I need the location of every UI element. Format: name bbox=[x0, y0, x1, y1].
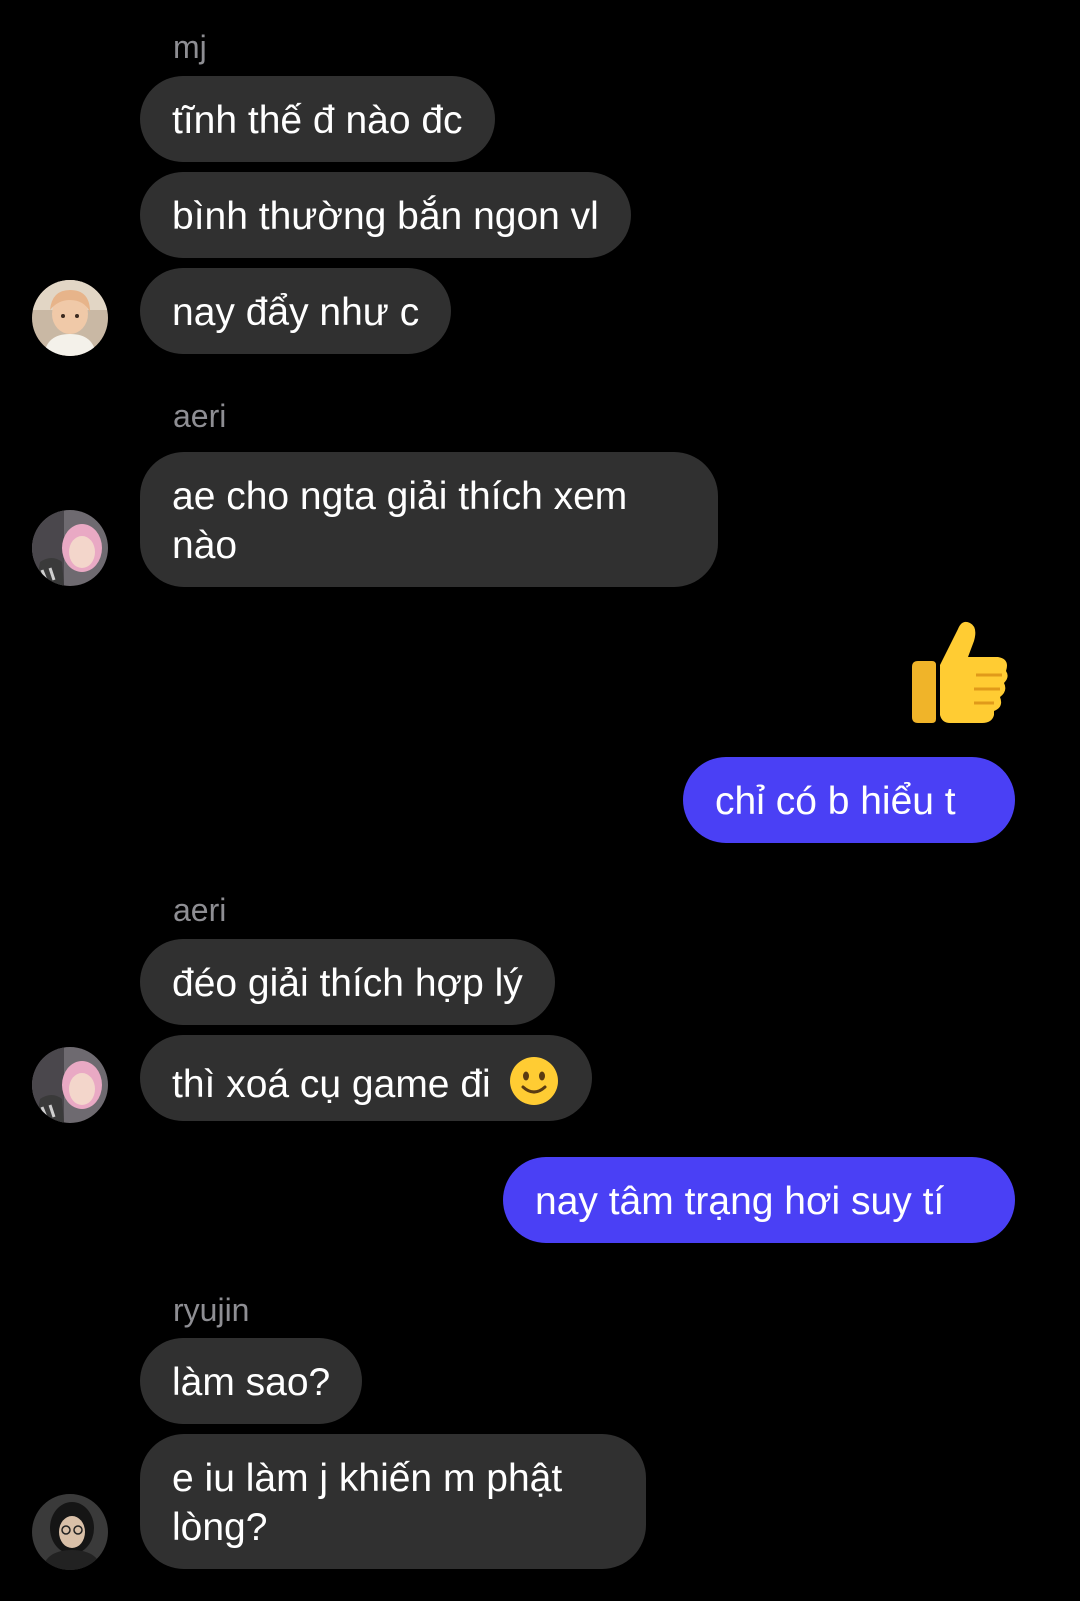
avatar[interactable] bbox=[32, 280, 108, 356]
message-bubble[interactable]: thì xoá cụ game đi bbox=[140, 1035, 592, 1121]
avatar[interactable] bbox=[32, 510, 108, 586]
avatar[interactable] bbox=[32, 1047, 108, 1123]
thumbs-up-icon[interactable] bbox=[906, 615, 1010, 727]
message-bubble-sent[interactable]: chỉ có b hiểu t bbox=[683, 757, 1015, 843]
sender-name: aeri bbox=[173, 892, 227, 928]
message-bubble[interactable]: ae cho ngta giải thích xem nào bbox=[140, 452, 718, 587]
slightly-smiling-face-icon bbox=[508, 1055, 560, 1107]
sender-name: ryujin bbox=[173, 1292, 250, 1328]
message-bubble[interactable]: tĩnh thế đ nào đc bbox=[140, 76, 495, 162]
message-bubble[interactable]: đéo giải thích hợp lý bbox=[140, 939, 555, 1025]
sender-name: aeri bbox=[173, 398, 227, 434]
avatar[interactable] bbox=[32, 1494, 108, 1570]
message-bubble[interactable]: bình thường bắn ngon vl bbox=[140, 172, 631, 258]
sender-name: mj bbox=[173, 29, 207, 65]
message-bubble[interactable]: e iu làm j khiến m phật lòng? bbox=[140, 1434, 646, 1569]
message-bubble[interactable]: nay đẩy như c bbox=[140, 268, 452, 354]
message-bubble-sent[interactable]: nay tâm trạng hơi suy tí bbox=[503, 1157, 1015, 1243]
message-text: thì xoá cụ game đi bbox=[172, 1063, 491, 1106]
message-bubble[interactable]: làm sao? bbox=[140, 1338, 363, 1424]
